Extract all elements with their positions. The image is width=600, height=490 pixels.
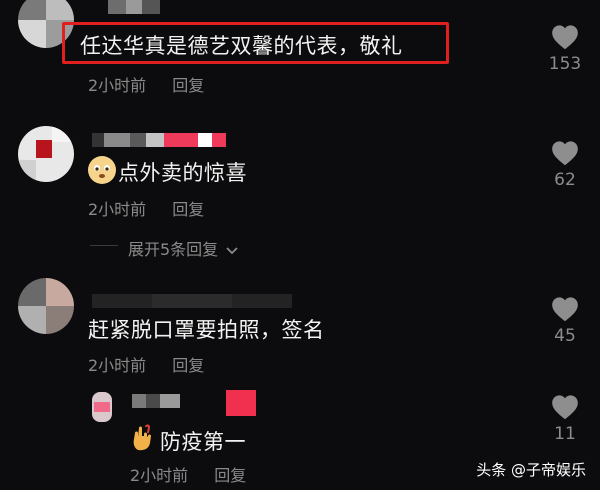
- comment-meta: 2小时前 回复: [130, 462, 246, 486]
- comment-meta: 2小时前 回复: [88, 196, 204, 220]
- comment-time: 2小时前: [130, 466, 189, 485]
- heart-icon: [552, 25, 578, 50]
- reply-button[interactable]: 回复: [172, 356, 204, 375]
- avatar[interactable]: [18, 126, 74, 182]
- like-button[interactable]: 11: [540, 394, 590, 444]
- heart-icon: [552, 297, 578, 322]
- love-you-hand-emoji: [133, 424, 151, 451]
- reply-button[interactable]: 回复: [214, 466, 246, 485]
- worried-face-emoji: [88, 156, 116, 184]
- watermark: 头条 @子帝娱乐: [476, 461, 586, 479]
- username-blurred[interactable]: [92, 294, 292, 308]
- comment-time: 2小时前: [88, 76, 147, 95]
- comment-time: 2小时前: [88, 200, 147, 219]
- like-button[interactable]: 62: [540, 140, 590, 190]
- like-count: 153: [548, 54, 582, 74]
- username-blurred[interactable]: [108, 0, 160, 14]
- like-button[interactable]: 153: [540, 24, 590, 74]
- expand-replies-label: 展开5条回复: [128, 240, 219, 259]
- like-count: 45: [554, 326, 576, 346]
- comment-text: 点外卖的惊喜: [118, 161, 247, 185]
- reply-button[interactable]: 回复: [172, 200, 204, 219]
- comment-meta: 2小时前 回复: [88, 72, 204, 96]
- username-blurred[interactable]: [92, 133, 226, 147]
- avatar[interactable]: [92, 392, 112, 422]
- username-blurred[interactable]: [132, 390, 256, 416]
- avatar[interactable]: [18, 278, 74, 334]
- comment-meta: 2小时前 回复: [88, 352, 204, 376]
- like-count: 62: [554, 170, 576, 190]
- expand-replies-button[interactable]: 展开5条回复: [128, 236, 239, 260]
- like-button[interactable]: 45: [540, 296, 590, 346]
- comment-text: 防疫第一: [160, 430, 246, 454]
- heart-icon: [552, 395, 578, 420]
- comment-time: 2小时前: [88, 356, 147, 375]
- divider: [90, 245, 118, 246]
- reply-button[interactable]: 回复: [172, 76, 204, 95]
- comment-text: 任达华真是德艺双馨的代表，敬礼: [80, 34, 403, 58]
- comment-text: 赶紧脱口罩要拍照，签名: [88, 318, 325, 342]
- like-count: 11: [554, 424, 576, 444]
- chevron-down-icon: [226, 246, 238, 254]
- heart-icon: [552, 141, 578, 166]
